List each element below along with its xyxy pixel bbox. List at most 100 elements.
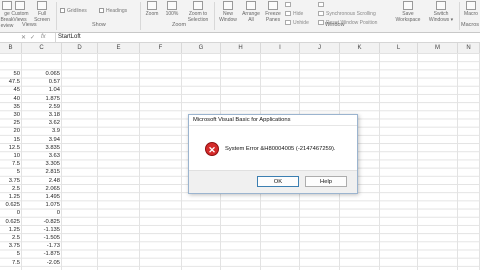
cell-b[interactable]: 0.625 [0,218,20,226]
dialog-title: Microsoft Visual Basic for Applications [189,115,357,126]
column-header-k[interactable]: K [340,43,380,53]
macros-button[interactable]: Macro [462,1,480,17]
zoom-selection-icon [193,1,203,10]
formula-input[interactable]: StartLoft [55,33,81,42]
group-divider [140,2,141,30]
column-header-i[interactable]: I [261,43,300,53]
cell-c[interactable]: 1.075 [22,201,60,209]
headings-checkbox[interactable]: Headings [99,8,127,14]
enter-icon[interactable]: ✓ [30,34,35,41]
cell-c[interactable]: 1.875 [22,95,60,103]
cell-c[interactable]: 2.48 [22,177,60,185]
cell-b[interactable]: 40 [0,95,20,103]
cell-b[interactable]: 12.5 [0,144,20,152]
insert-function-icon[interactable]: fx [41,34,46,40]
cell-b[interactable]: 10 [0,152,20,160]
cell-b[interactable]: 0 [0,209,20,217]
cell-b[interactable]: 2.5 [0,185,20,193]
column-header-l[interactable]: L [380,43,418,53]
zoom-100-button[interactable]: 100% [163,1,181,17]
cell-b[interactable]: 7.5 [0,160,20,168]
column-header-j[interactable]: J [300,43,340,53]
column-header-e[interactable]: E [98,43,140,53]
cell-b[interactable]: 45 [0,86,20,94]
cell-b[interactable]: 5 [0,250,20,258]
full-screen-button[interactable]: Full Screen [32,1,52,23]
reset-window-icon [318,20,324,26]
cell-c[interactable]: 3.62 [22,119,60,127]
cell-c[interactable]: -1.505 [22,234,60,242]
cancel-icon[interactable]: ✕ [21,34,26,41]
synchronous-scrolling-button[interactable]: Synchronous Scrolling [318,11,376,17]
zoom-to-selection-button[interactable]: Zoom to Selection [183,1,213,23]
cell-b[interactable]: 35 [0,103,20,111]
cell-b[interactable]: 25 [0,119,20,127]
cell-b[interactable]: 1.25 [0,193,20,201]
checkbox-icon [60,8,65,14]
cell-c[interactable]: -1.135 [22,226,60,234]
cell-b[interactable]: 3.75 [0,177,20,185]
sync-scroll-icon [318,11,324,17]
full-screen-icon [37,1,47,10]
cell-b[interactable]: 3.75 [0,242,20,250]
cell-b[interactable]: 0.625 [0,201,20,209]
cell-b[interactable]: 2.5 [0,234,20,242]
cell-b[interactable]: 7.5 [0,259,20,267]
ok-button[interactable]: OK [257,176,299,187]
switch-windows-button[interactable]: Switch Windows ▾ [424,1,458,23]
cell-c[interactable]: -0.825 [22,218,60,226]
zoom-button[interactable]: Zoom [143,1,161,17]
dialog-footer: OK Help [189,170,357,193]
cell-c[interactable]: 3.835 [22,144,60,152]
cell-c[interactable]: 1.04 [22,86,60,94]
cell-b[interactable]: 5 [0,168,20,176]
cell-c[interactable]: 2.59 [22,103,60,111]
column-header-g[interactable]: G [182,43,221,53]
custom-views-button[interactable]: Custom Views [11,1,29,23]
column-header-m[interactable]: M [418,43,458,53]
freeze-panes-button[interactable]: Freeze Panes [262,1,284,23]
column-header-b[interactable]: B [0,43,22,53]
cell-c[interactable]: 0.065 [22,70,60,78]
cell-c[interactable]: 3.18 [22,111,60,119]
column-header-d[interactable]: D [62,43,98,53]
cell-c[interactable]: 0 [22,209,60,217]
cell-c[interactable]: 3.63 [22,152,60,160]
zoom-icon [147,1,157,10]
cell-c[interactable]: -2.05 [22,259,60,267]
grid-column-line [417,53,418,270]
cell-c[interactable]: 2.065 [22,185,60,193]
save-workspace-button[interactable]: Save Workspace [394,1,422,23]
cell-c[interactable]: -1.875 [22,250,60,258]
cell-c[interactable]: -1.73 [22,242,60,250]
help-button[interactable]: Help [305,176,347,187]
cell-c[interactable]: 2.815 [22,168,60,176]
grid-column-line [457,53,458,270]
views-group-label: Views [22,22,37,28]
cell-c[interactable]: 3.9 [22,127,60,135]
gridlines-checkbox[interactable]: Gridlines [60,8,87,14]
cell-c[interactable]: 0.57 [22,78,60,86]
cell-c[interactable]: 1.495 [22,193,60,201]
column-header-h[interactable]: H [221,43,261,53]
hide-button[interactable]: Hide [285,11,303,17]
cell-b[interactable]: 20 [0,127,20,135]
new-window-button[interactable]: New Window [216,1,240,23]
cell-b[interactable]: 15 [0,136,20,144]
window-group-label: Window [325,22,345,28]
cell-b[interactable]: 30 [0,111,20,119]
cell-c[interactable]: 3.94 [22,136,60,144]
arrange-all-button[interactable]: Arrange All [240,1,262,23]
unhide-icon [285,20,291,26]
unhide-button[interactable]: Unhide [285,20,309,26]
split-icon [285,2,291,8]
cell-b[interactable]: 1.25 [0,226,20,234]
split-button[interactable] [285,2,293,8]
view-side-by-side-button[interactable] [318,2,326,8]
column-header-f[interactable]: F [140,43,182,53]
cell-b[interactable]: 47.5 [0,78,20,86]
column-header-n[interactable]: N [458,43,480,53]
cell-c[interactable]: 3.305 [22,160,60,168]
column-header-c[interactable]: C [22,43,62,53]
cell-b[interactable]: 50 [0,70,20,78]
